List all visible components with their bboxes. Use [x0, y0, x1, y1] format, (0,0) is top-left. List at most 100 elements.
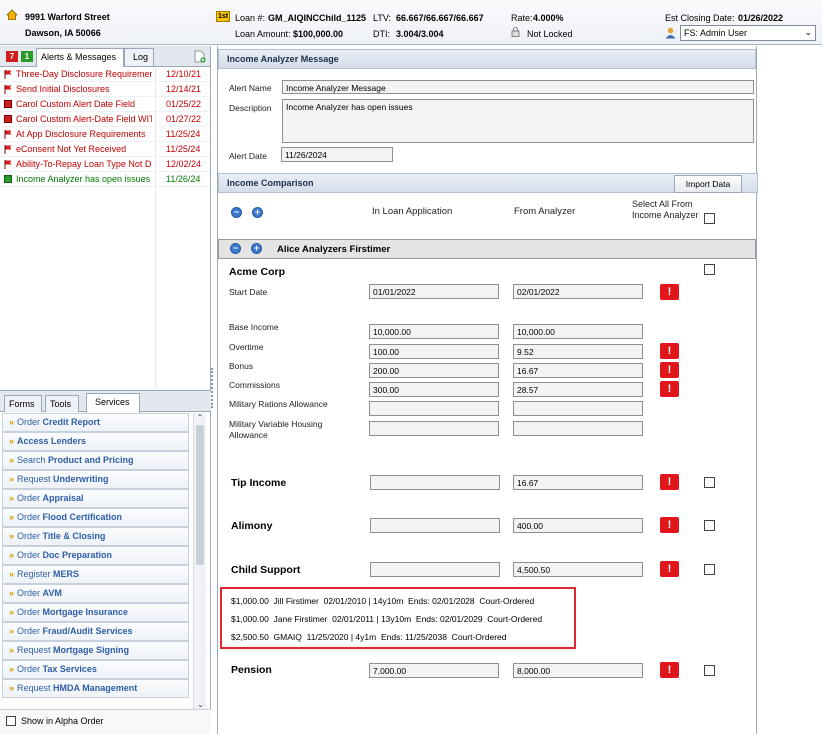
income-analyzer-field[interactable]: 10,000.00: [513, 324, 643, 339]
service-link[interactable]: » Request Mortgage Signing: [2, 641, 189, 660]
alert-row[interactable]: eConsent Not Yet Received 11/25/24: [0, 142, 210, 157]
alert-name-field[interactable]: Income Analyzer Message: [282, 80, 754, 94]
tip-income-warning-icon[interactable]: !: [660, 474, 679, 490]
income-analyzer-field[interactable]: 16.67: [513, 363, 643, 378]
service-link[interactable]: » Order Doc Preparation: [2, 546, 189, 565]
child-support-analyzer-field[interactable]: 4,500.50: [513, 562, 643, 577]
tip-income-loan-field[interactable]: [370, 475, 500, 490]
income-loan-field[interactable]: [369, 401, 499, 416]
tab-alerts-messages[interactable]: Alerts & Messages: [36, 48, 124, 67]
arrow-right-icon: »: [9, 645, 15, 655]
pension-analyzer-field[interactable]: 8,000.00: [513, 663, 643, 678]
description-field[interactable]: Income Analyzer has open issues: [282, 99, 754, 143]
income-row-label: Military Variable Housing Allowance: [229, 419, 323, 440]
income-warning-icon[interactable]: !: [660, 343, 679, 359]
service-link[interactable]: » Order Fraud/Audit Services: [2, 622, 189, 641]
child-support-detail-3: $2,500.50 GMAIQ 11/25/2020 | 4y1m Ends: …: [231, 632, 507, 642]
service-link[interactable]: » Search Product and Pricing: [2, 451, 189, 470]
income-loan-field[interactable]: 10,000.00: [369, 324, 499, 339]
service-link[interactable]: » Request HMDA Management: [2, 679, 189, 698]
alimony-analyzer-field[interactable]: 400.00: [513, 518, 643, 533]
start-date-loan-field[interactable]: 01/01/2022: [369, 284, 499, 299]
ltv-value: 66.667/66.667/66.667: [396, 13, 484, 23]
alimony-checkbox[interactable]: [704, 520, 715, 531]
user-select[interactable]: FS: Admin User ⌄: [680, 25, 816, 41]
start-date-warning-icon[interactable]: !: [660, 284, 679, 300]
service-link[interactable]: » Order Tax Services: [2, 660, 189, 679]
tip-income-analyzer-field[interactable]: 16.67: [513, 475, 643, 490]
import-data-button[interactable]: Import Data: [674, 175, 742, 193]
alimony-loan-field[interactable]: [370, 518, 500, 533]
service-link[interactable]: » Order Credit Report: [2, 413, 189, 432]
child-support-detail-1: $1,000.00 Jill Firstimer 02/01/2010 | 14…: [231, 596, 535, 606]
alert-row[interactable]: Carol Custom Alert-Date Field WIT 01/27/2…: [0, 112, 210, 127]
service-link[interactable]: » Request Underwriting: [2, 470, 189, 489]
income-warning-icon[interactable]: !: [660, 381, 679, 397]
service-link[interactable]: » Register MERS: [2, 565, 189, 584]
scroll-down-icon[interactable]: ⌄: [194, 700, 207, 709]
income-row-label: Base Income: [229, 322, 279, 332]
alimony-warning-icon[interactable]: !: [660, 517, 679, 533]
income-analyzer-field[interactable]: 28.57: [513, 382, 643, 397]
service-prefix: Order: [17, 588, 43, 598]
service-link[interactable]: » Order Appraisal: [2, 489, 189, 508]
service-prefix: Order: [17, 493, 43, 503]
income-analyzer-field[interactable]: [513, 401, 643, 416]
employer-checkbox[interactable]: [704, 264, 715, 275]
alert-date: 01/25/22: [166, 99, 202, 109]
scroll-up-icon[interactable]: ⌃: [194, 413, 206, 425]
income-row-label: Overtime: [229, 342, 264, 352]
select-all-checkbox[interactable]: [704, 213, 715, 224]
service-link[interactable]: » Order Flood Certification: [2, 508, 189, 527]
alert-row[interactable]: Three-Day Disclosure Requiremer 12/10/21: [0, 67, 210, 82]
pension-loan-field[interactable]: 7,000.00: [369, 663, 499, 678]
alert-row[interactable]: Ability-To-Repay Loan Type Not D 12/02/24: [0, 157, 210, 172]
pension-warning-icon[interactable]: !: [660, 662, 679, 678]
income-loan-field[interactable]: 300.00: [369, 382, 499, 397]
new-document-icon[interactable]: [194, 50, 206, 63]
start-date-analyzer-field[interactable]: 02/01/2022: [513, 284, 643, 299]
scroll-thumb[interactable]: [196, 425, 204, 565]
alert-date-field[interactable]: 11/26/2024: [281, 147, 393, 162]
tab-forms[interactable]: Forms: [4, 395, 42, 412]
alpha-order-checkbox[interactable]: [6, 716, 16, 726]
income-analyzer-field[interactable]: 9.52: [513, 344, 643, 359]
child-support-checkbox[interactable]: [704, 564, 715, 575]
tip-income-label: Tip Income: [231, 477, 287, 489]
service-link[interactable]: » Order Mortgage Insurance: [2, 603, 189, 622]
borrower-expand-icon[interactable]: +: [251, 243, 262, 254]
alert-date: 11/26/24: [166, 174, 201, 184]
tip-income-checkbox[interactable]: [704, 477, 715, 488]
alert-row[interactable]: At App Disclosure Requirements 11/25/24: [0, 127, 210, 142]
alert-row[interactable]: Carol Custom Alert Date Field 01/25/22: [0, 97, 210, 112]
income-loan-field[interactable]: 200.00: [369, 363, 499, 378]
alert-row[interactable]: Send Initial Disclosures 12/14/21: [0, 82, 210, 97]
message-section-header: Income Analyzer Message: [218, 49, 756, 69]
alert-date: 11/25/24: [166, 129, 201, 139]
panel-splitter-handle[interactable]: [211, 368, 214, 408]
child-support-warning-icon[interactable]: !: [660, 561, 679, 577]
income-loan-field[interactable]: 100.00: [369, 344, 499, 359]
flag-icon: [4, 70, 12, 79]
alpha-order-row: Show in Alpha Order: [0, 709, 211, 734]
tab-tools[interactable]: Tools: [45, 395, 79, 412]
service-link[interactable]: » Order Title & Closing: [2, 527, 189, 546]
expand-all-icon[interactable]: +: [252, 207, 263, 218]
green-alert-count-badge: 1: [21, 51, 33, 62]
services-scrollbar[interactable]: ⌃ ⌄: [193, 413, 206, 709]
income-loan-field[interactable]: [369, 421, 499, 436]
alert-row[interactable]: Income Analyzer has open issues 11/26/24: [0, 172, 210, 187]
income-analyzer-field[interactable]: [513, 421, 643, 436]
tab-services[interactable]: Services: [86, 393, 140, 413]
child-support-loan-field[interactable]: [370, 562, 500, 577]
alert-square-icon: [4, 100, 12, 108]
lien-position-badge: 1st: [216, 11, 230, 22]
borrower-collapse-icon[interactable]: −: [230, 243, 241, 254]
service-link[interactable]: » Access Lenders: [2, 432, 189, 451]
lock-status: Not Locked: [527, 29, 573, 39]
pension-checkbox[interactable]: [704, 665, 715, 676]
service-link[interactable]: » Order AVM: [2, 584, 189, 603]
tab-log[interactable]: Log: [124, 48, 154, 66]
income-warning-icon[interactable]: !: [660, 362, 679, 378]
collapse-all-icon[interactable]: −: [231, 207, 242, 218]
